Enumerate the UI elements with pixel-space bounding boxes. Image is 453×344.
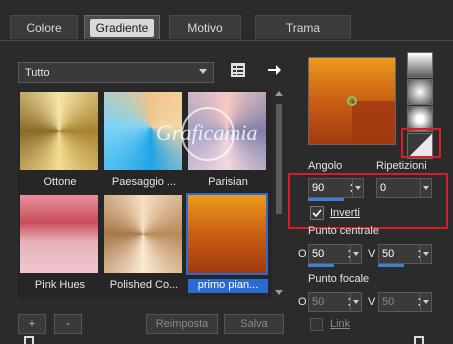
link-label[interactable]: Link [330, 318, 350, 330]
center-v-label: V [368, 248, 376, 260]
chevron-down-icon [199, 69, 207, 74]
gradient-library-grid: Ottone Paesaggio ... Parisian Pink Hues … [18, 90, 272, 298]
focal-h-dropdown[interactable] [350, 292, 362, 312]
center-h-dropdown[interactable] [350, 244, 362, 264]
remove-gradient-label: - [66, 318, 70, 330]
center-h-label: O [298, 248, 307, 260]
tab-bar: Colore Gradiente Motivo Trama [0, 0, 453, 40]
highlight-style-box [401, 128, 441, 158]
gradient-thumb-pink-hues[interactable]: Pink Hues [20, 195, 100, 291]
gradient-swatch [104, 92, 182, 170]
gradient-thumb-ottone[interactable]: Ottone [20, 92, 100, 188]
gradient-swatch [104, 195, 182, 273]
reset-button-label: Reimposta [155, 318, 209, 330]
center-h-slider[interactable] [308, 264, 334, 267]
reset-button[interactable]: Reimposta [146, 314, 218, 334]
invert-checkbox[interactable] [310, 206, 324, 220]
gradient-thumb-label: Polished Co... [109, 279, 179, 291]
center-point-label: Punto centrale [308, 225, 379, 237]
tab-trama[interactable]: Trama [255, 15, 351, 39]
tab-divider [0, 40, 453, 41]
tab-gradiente[interactable]: Gradiente [84, 15, 160, 39]
gradient-thumb-primo-piano[interactable]: primo pian... [186, 193, 268, 293]
gradient-thumb-label: Paesaggio ... [111, 176, 177, 188]
linear-style-button[interactable] [407, 52, 433, 78]
chevron-down-icon [353, 252, 359, 256]
add-gradient-label: + [28, 318, 36, 330]
center-h-value: 50 [312, 248, 325, 260]
repeat-value: 0 [380, 182, 387, 194]
rectangular-style-button[interactable] [407, 79, 433, 105]
add-gradient-button[interactable]: + [18, 314, 46, 334]
checkmark-icon [312, 209, 322, 218]
repeat-label: Ripetizioni [376, 160, 427, 172]
gradient-thumb-label: Parisian [208, 176, 248, 188]
gradient-thumb-polished[interactable]: Polished Co... [104, 195, 184, 291]
tab-motivo[interactable]: Motivo [169, 15, 241, 39]
focal-h-value: 50 [312, 296, 325, 308]
chevron-down-icon [423, 300, 429, 304]
link-checkbox[interactable] [310, 318, 323, 331]
arrow-right-icon[interactable] [266, 62, 282, 78]
corner-marker [414, 336, 424, 344]
category-select[interactable]: Tutto [18, 62, 214, 83]
chevron-down-icon [353, 300, 359, 304]
tab-motivo-label: Motivo [187, 20, 223, 35]
save-button-label: Salva [240, 318, 268, 330]
corner-marker [24, 336, 34, 344]
gradient-thumb-label: Ottone [43, 176, 77, 188]
tab-colore-label: Colore [26, 20, 62, 35]
center-v-value: 50 [382, 248, 395, 260]
chevron-down-icon [423, 252, 429, 256]
scroll-up-icon[interactable] [275, 91, 283, 96]
invert-label[interactable]: Inverti [330, 207, 360, 219]
center-v-dropdown[interactable] [420, 244, 432, 264]
scroll-thumb[interactable] [276, 104, 282, 214]
gradient-thumb-label: primo pian... [188, 279, 268, 293]
gradient-swatch [186, 193, 268, 275]
focal-point-label: Punto focale [308, 273, 370, 285]
save-button[interactable]: Salva [224, 314, 284, 334]
center-v-slider[interactable] [378, 264, 404, 267]
repeat-dropdown[interactable] [420, 178, 432, 198]
chevron-down-icon [355, 186, 361, 190]
gradient-thumb-paesaggio[interactable]: Paesaggio ... [104, 92, 184, 188]
tab-trama-label: Trama [285, 20, 321, 35]
gradient-swatch [20, 92, 98, 170]
chevron-down-icon [423, 186, 429, 190]
list-view-icon[interactable] [230, 62, 246, 78]
angle-slider[interactable] [308, 198, 344, 201]
tab-gradiente-label: Gradiente [89, 18, 155, 37]
angle-label: Angolo [308, 160, 343, 172]
tab-colore[interactable]: Colore [10, 15, 78, 39]
remove-gradient-button[interactable]: - [54, 314, 82, 334]
focal-v-label: V [368, 296, 376, 308]
category-select-value: Tutto [25, 66, 50, 79]
focal-h-label: O [298, 296, 307, 308]
gradient-swatch [20, 195, 98, 273]
gradient-thumb-parisian[interactable]: Parisian [188, 92, 268, 188]
angle-dropdown[interactable] [352, 178, 364, 198]
angle-value: 90 [312, 182, 325, 194]
gradient-thumb-label: Pink Hues [34, 279, 86, 291]
gradient-swatch [188, 92, 266, 170]
focal-v-value: 50 [382, 296, 395, 308]
gradient-preview[interactable] [308, 57, 396, 145]
scroll-down-icon[interactable] [275, 290, 283, 295]
library-scrollbar[interactable] [274, 90, 284, 296]
focal-v-dropdown[interactable] [420, 292, 432, 312]
